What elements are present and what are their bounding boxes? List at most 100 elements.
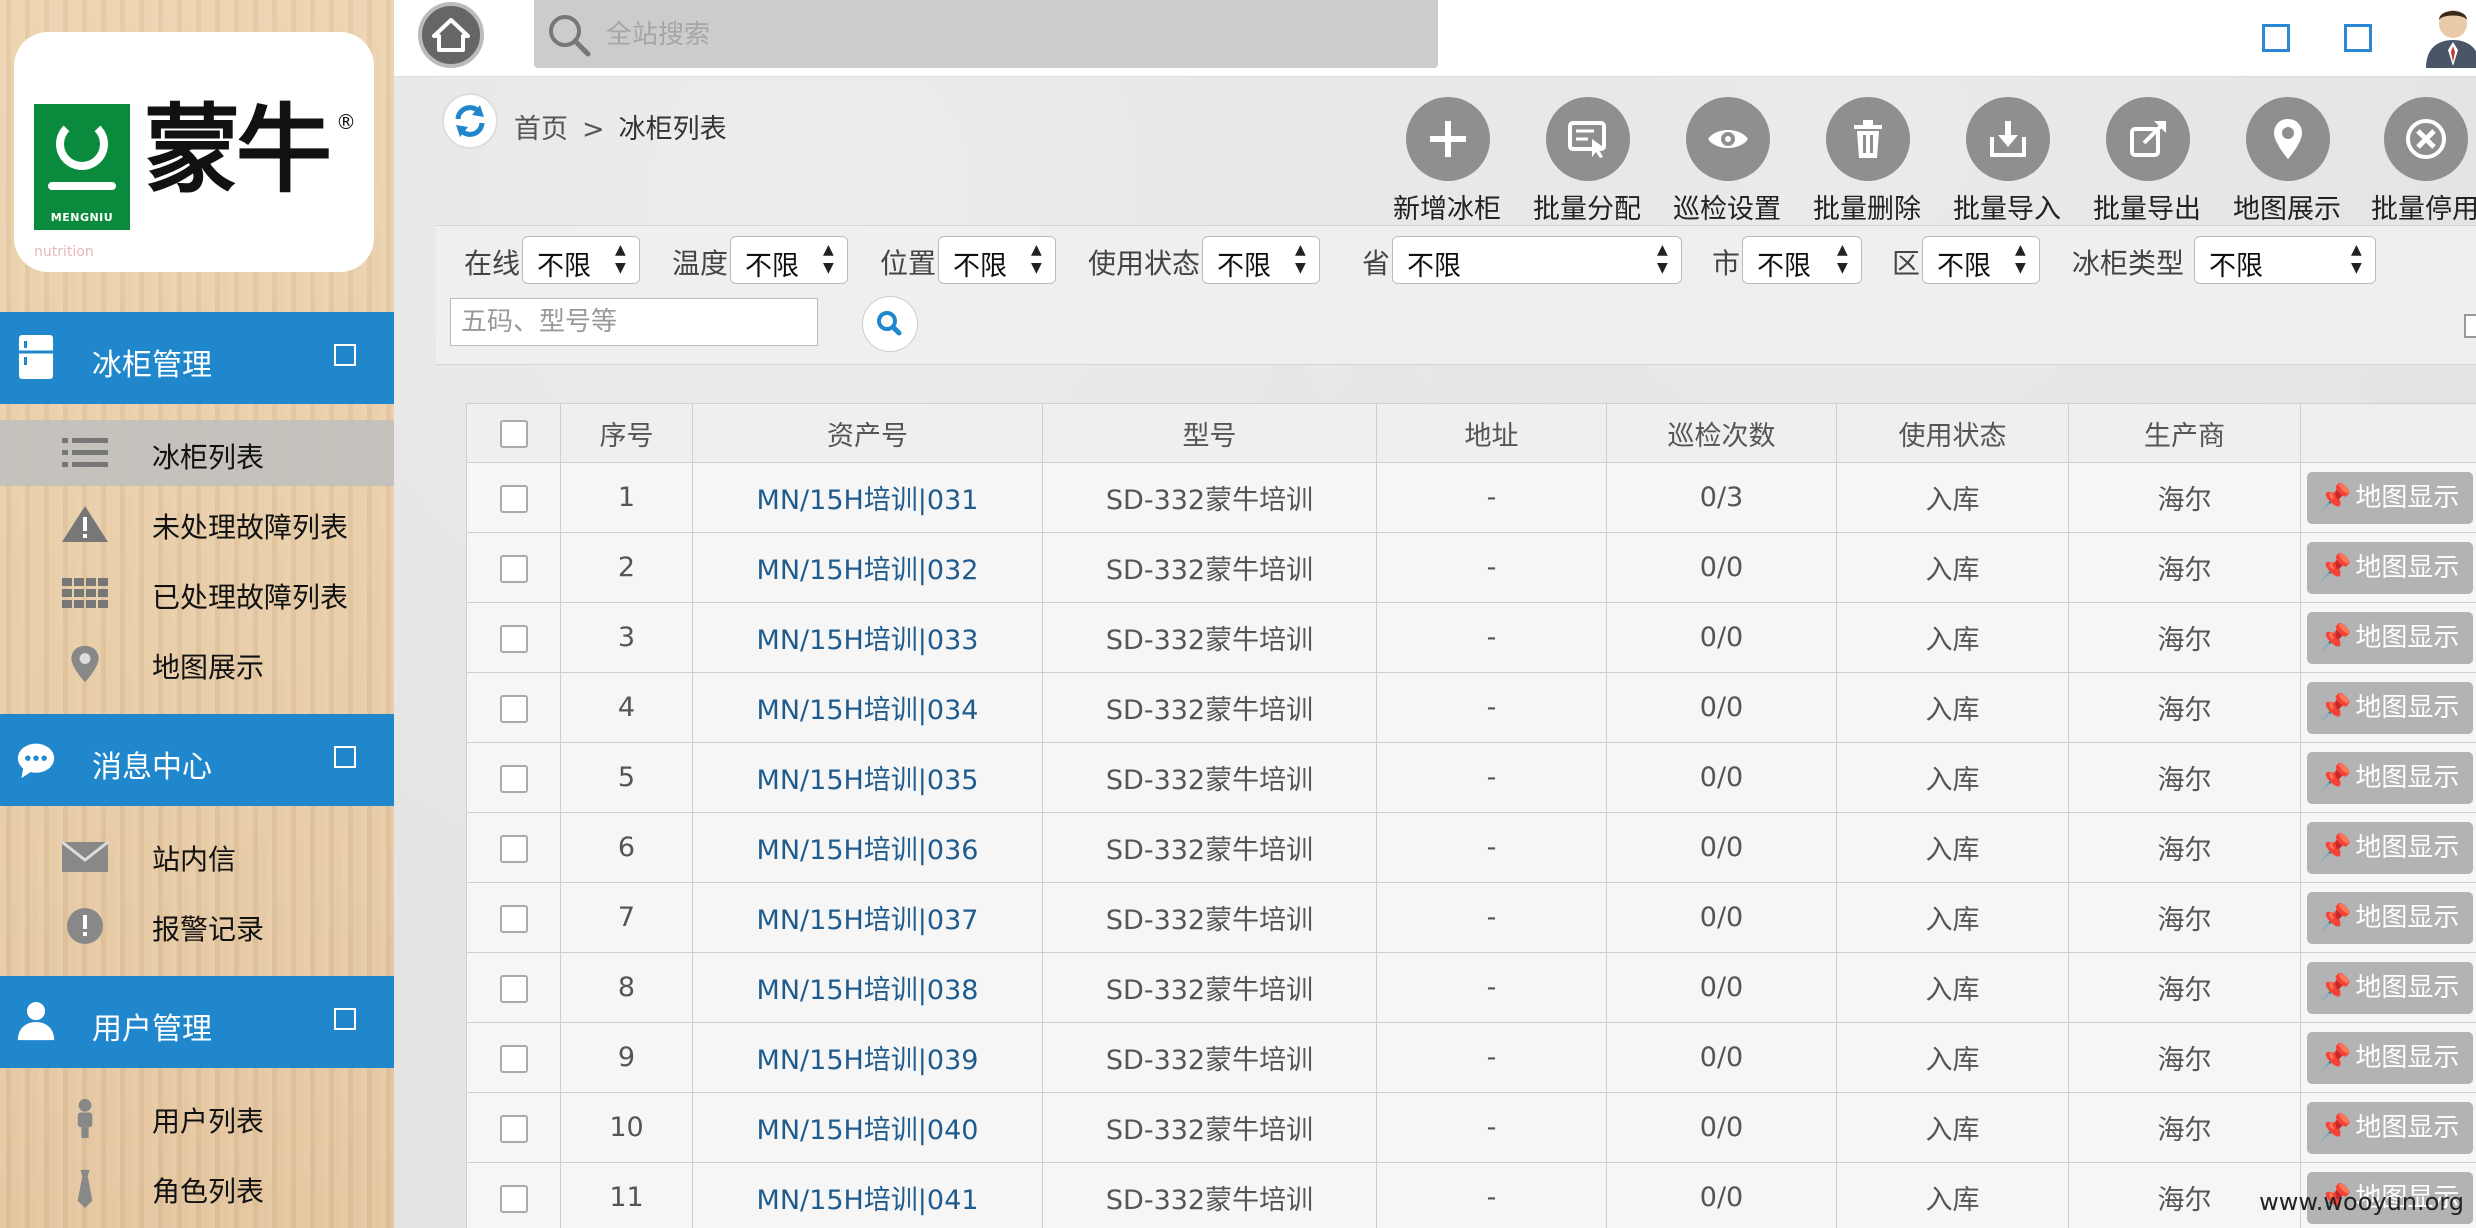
table-row[interactable]: 11 MN/15H培训|041 SD-332蒙牛培训 -0/0 入库 海尔 📌 地图显示 xyxy=(466,1162,2476,1228)
row-checkbox[interactable] xyxy=(499,484,528,513)
province-select[interactable]: 不限 ▲ ▼ xyxy=(1392,236,1682,284)
map-display-button[interactable]: 📌 地图显示 xyxy=(2307,891,2473,944)
cell-asset-link[interactable]: MN/15H培训|037 xyxy=(692,882,1043,953)
sidebar-item-role-list[interactable]: 角色列表 xyxy=(0,1154,394,1220)
city-select[interactable]: 不限 ▲ ▼ xyxy=(1742,236,1862,284)
freezer-type-select-value: 不限 xyxy=(2209,251,2263,282)
row-checkbox[interactable] xyxy=(499,1184,528,1213)
batch-delete-button[interactable]: 批量删除 xyxy=(1792,87,1942,225)
sidebar-item-inbox[interactable]: 站内信 xyxy=(0,822,394,888)
batch-disable-button[interactable]: 批量停用 xyxy=(2350,87,2476,225)
batch-import-button[interactable]: 批量导入 xyxy=(1932,87,2082,225)
map-view-button[interactable]: 地图展示 xyxy=(2212,87,2362,225)
map-display-button[interactable]: 📌 地图显示 xyxy=(2307,541,2473,594)
cell-address: - xyxy=(1376,532,1607,603)
column-header[interactable]: 使用状态 xyxy=(1836,403,2069,463)
cell-asset-link[interactable]: MN/15H培训|041 xyxy=(692,1162,1043,1228)
column-header[interactable]: 资产号 xyxy=(692,403,1043,463)
online-select[interactable]: 不限 ▲ ▼ xyxy=(522,236,640,284)
table-row[interactable]: 2 MN/15H培训|032 SD-332蒙牛培训 -0/0 入库 海尔 📌 地图显示 xyxy=(466,532,2476,603)
cell-asset-link[interactable]: MN/15H培训|033 xyxy=(692,602,1043,673)
table-row[interactable]: 6 MN/15H培训|036 SD-332蒙牛培训 -0/0 入库 海尔 📌 地图显示 xyxy=(466,812,2476,883)
row-checkbox[interactable] xyxy=(499,764,528,793)
cell-asset-link[interactable]: MN/15H培训|032 xyxy=(692,532,1043,603)
map-display-button[interactable]: 📌 地图显示 xyxy=(2307,681,2473,734)
cell-asset-link[interactable]: MN/15H培训|038 xyxy=(692,952,1043,1023)
column-header[interactable]: 地址 xyxy=(1376,403,1607,463)
table-row[interactable]: 5 MN/15H培训|035 SD-332蒙牛培训 -0/0 入库 海尔 📌 地图显示 xyxy=(466,742,2476,813)
table-row[interactable]: 9 MN/15H培训|039 SD-332蒙牛培训 -0/0 入库 海尔 📌 地图显示 xyxy=(466,1022,2476,1093)
sidebar-item-map[interactable]: 地图展示 xyxy=(0,630,394,696)
inspection-settings-button[interactable]: 巡检设置 xyxy=(1652,87,1802,225)
column-header[interactable]: 巡检次数 xyxy=(1606,403,1837,463)
sidebar-item-unprocessed-faults[interactable]: 未处理故障列表 xyxy=(0,490,394,556)
usage-status-select[interactable]: 不限 ▲ ▼ xyxy=(1202,236,1320,284)
refresh-button[interactable] xyxy=(442,93,498,149)
breadcrumb-home-link[interactable]: 首页 xyxy=(514,114,568,145)
row-checkbox[interactable] xyxy=(499,554,528,583)
select-all-checkbox[interactable] xyxy=(499,420,528,448)
row-checkbox[interactable] xyxy=(499,834,528,863)
sidebar-item-processed-faults[interactable]: 已处理故障列表 xyxy=(0,560,394,626)
row-checkbox[interactable] xyxy=(499,1114,528,1143)
batch-assign-button[interactable]: 批量分配 xyxy=(1512,87,1662,225)
row-checkbox[interactable] xyxy=(499,624,528,653)
add-freezer-button[interactable]: 新增冰柜 xyxy=(1372,87,1522,225)
window-toggle-icon[interactable] xyxy=(2344,24,2372,52)
table-row[interactable]: 10 MN/15H培训|040 SD-332蒙牛培训 -0/0 入库 海尔 📌 地图显示 xyxy=(466,1092,2476,1163)
filter-search-button[interactable] xyxy=(862,296,918,352)
sidebar-item-alarms[interactable]: 报警记录 xyxy=(0,892,394,958)
table-row[interactable]: 7 MN/15H培训|037 SD-332蒙牛培训 -0/0 入库 海尔 📌 地图显示 xyxy=(466,882,2476,953)
nav-group-messages[interactable]: 消息中心 xyxy=(0,714,394,806)
expand-toggle-icon[interactable] xyxy=(334,1008,356,1030)
position-select[interactable]: 不限 ▲ ▼ xyxy=(938,236,1056,284)
cell-actions: 📌 地图显示 xyxy=(2300,882,2476,953)
cell-no: 7 xyxy=(560,882,693,953)
sidebar-item-freezer-list[interactable]: 冰柜列表 xyxy=(0,420,394,486)
freezer-type-select[interactable]: 不限 ▲ ▼ xyxy=(2194,236,2376,284)
batch-export-button[interactable]: 批量导出 xyxy=(2072,87,2222,225)
map-display-button[interactable]: 📌 地图显示 xyxy=(2307,821,2473,874)
nav-group-users[interactable]: 用户管理 xyxy=(0,976,394,1068)
map-display-button[interactable]: 📌 地图显示 xyxy=(2307,1031,2473,1084)
cell-maker: 海尔 xyxy=(2068,812,2301,883)
table-row[interactable]: 3 MN/15H培训|033 SD-332蒙牛培训 -0/0 入库 海尔 📌 地图显示 xyxy=(466,602,2476,673)
temperature-select[interactable]: 不限 ▲ ▼ xyxy=(730,236,848,284)
cell-asset-link[interactable]: MN/15H培训|031 xyxy=(692,462,1043,533)
global-search-input[interactable] xyxy=(604,12,1408,58)
avatar[interactable] xyxy=(2424,4,2476,68)
cell-asset-link[interactable]: MN/15H培训|034 xyxy=(692,672,1043,743)
table-row[interactable]: 1 MN/15H培训|031 SD-332蒙牛培训 -0/3 入库 海尔 📌 地图显示 xyxy=(466,462,2476,533)
expand-toggle-icon[interactable] xyxy=(334,746,356,768)
nav-group-freezer[interactable]: 冰柜管理 xyxy=(0,312,394,404)
row-checkbox[interactable] xyxy=(499,904,528,933)
column-header[interactable]: 序号 xyxy=(560,403,693,463)
cell-asset-link[interactable]: MN/15H培训|039 xyxy=(692,1022,1043,1093)
grid-icon xyxy=(62,578,108,608)
cell-status: 入库 xyxy=(1836,1162,2069,1228)
cell-actions: 📌 地图显示 xyxy=(2300,742,2476,813)
column-header[interactable]: 型号 xyxy=(1042,403,1377,463)
map-display-button[interactable]: 📌 地图显示 xyxy=(2307,751,2473,804)
district-select[interactable]: 不限 ▲ ▼ xyxy=(1922,236,2040,284)
cell-asset-link[interactable]: MN/15H培训|035 xyxy=(692,742,1043,813)
map-display-button[interactable]: 📌 地图显示 xyxy=(2307,611,2473,664)
table-row[interactable]: 4 MN/15H培训|034 SD-332蒙牛培训 -0/0 入库 海尔 📌 地图显示 xyxy=(466,672,2476,743)
row-checkbox[interactable] xyxy=(499,974,528,1003)
panel-checkbox[interactable] xyxy=(2464,314,2476,338)
table-row[interactable]: 8 MN/15H培训|038 SD-332蒙牛培训 -0/0 入库 海尔 📌 地图显示 xyxy=(466,952,2476,1023)
map-display-button[interactable]: 📌 地图显示 xyxy=(2307,961,2473,1014)
map-display-button[interactable]: 📌 地图显示 xyxy=(2307,1101,2473,1154)
window-toggle-icon[interactable] xyxy=(2262,24,2290,52)
cell-asset-link[interactable]: MN/15H培训|040 xyxy=(692,1092,1043,1163)
home-button[interactable] xyxy=(418,2,484,68)
keyword-input[interactable] xyxy=(450,298,818,346)
sidebar-item-user-list[interactable]: 用户列表 xyxy=(0,1084,394,1150)
map-display-button[interactable]: 📌 地图显示 xyxy=(2307,471,2473,524)
cell-actions: 📌 地图显示 xyxy=(2300,812,2476,883)
row-checkbox[interactable] xyxy=(499,1044,528,1073)
cell-asset-link[interactable]: MN/15H培训|036 xyxy=(692,812,1043,883)
column-header[interactable]: 生产商 xyxy=(2068,403,2301,463)
expand-toggle-icon[interactable] xyxy=(334,344,356,366)
row-checkbox[interactable] xyxy=(499,694,528,723)
